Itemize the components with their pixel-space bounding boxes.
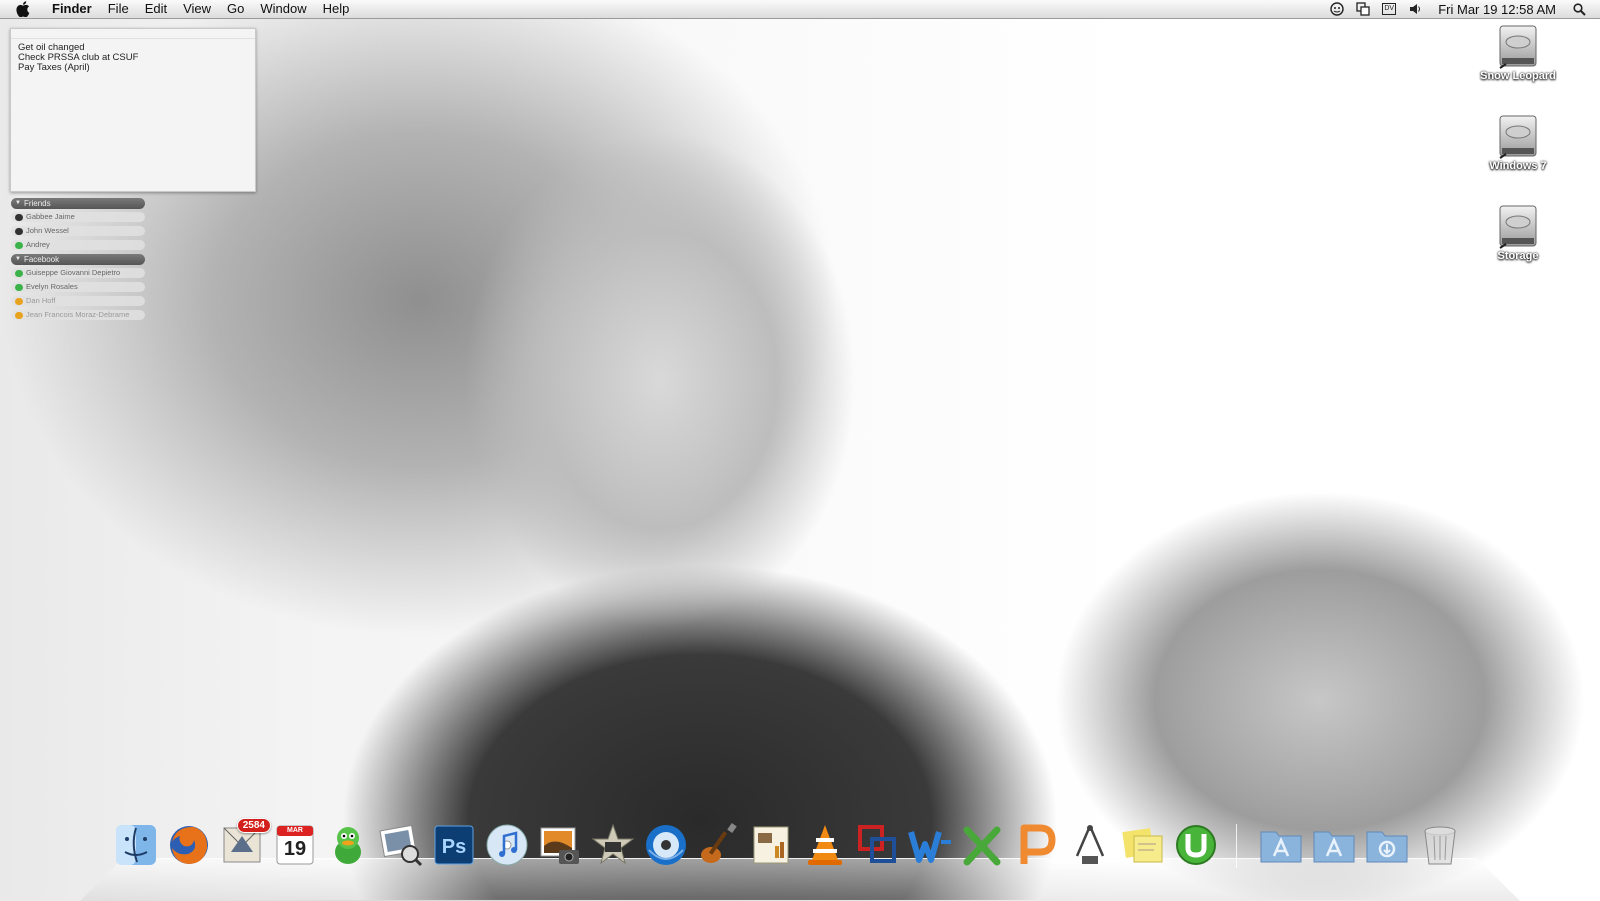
- dock: 2584 MAR 19 Ps: [113, 812, 1470, 868]
- menu-view[interactable]: View: [175, 0, 219, 18]
- group-name: Friends: [23, 199, 51, 208]
- mail-unread-badge: 2584: [236, 818, 271, 833]
- menu-clock[interactable]: Fri Mar 19 12:58 AM: [1428, 2, 1566, 17]
- firefox-icon[interactable]: [166, 822, 212, 868]
- menu-bar: Finder File Edit View Go Window Help DV …: [0, 0, 1600, 19]
- hard-drive-icon: [1496, 24, 1540, 69]
- ical-month: MAR: [287, 827, 303, 834]
- menu-go[interactable]: Go: [219, 0, 252, 18]
- drive-snow-leopard[interactable]: Snow Leopard: [1468, 24, 1568, 82]
- sticky-note[interactable]: Get oil changed Check PRSSA club at CSUF…: [10, 28, 256, 192]
- dv-label: DV: [1382, 3, 1397, 15]
- drive-windows-7[interactable]: Windows 7: [1468, 114, 1568, 172]
- adium-duck-icon[interactable]: [1330, 2, 1344, 16]
- imovie-icon[interactable]: [590, 822, 636, 868]
- buddy-row[interactable]: Guiseppe Giovanni Depietro: [11, 268, 145, 278]
- finder-icon[interactable]: [113, 822, 159, 868]
- buddy-row[interactable]: Dan Hoff: [11, 296, 145, 306]
- adium-icon[interactable]: [325, 822, 371, 868]
- idle-status-icon: [15, 311, 23, 319]
- group-header-friends[interactable]: ▼ Friends: [11, 198, 145, 209]
- menu-edit[interactable]: Edit: [137, 0, 175, 18]
- buddy-list: ▼ Friends Gabbee Jaime John Wessel Andre…: [11, 198, 145, 324]
- itunes-icon[interactable]: [484, 822, 530, 868]
- buddy-name: Guiseppe Giovanni Depietro: [26, 268, 121, 277]
- buddy-name: Dan Hoff: [26, 296, 56, 305]
- mail-icon[interactable]: 2584: [219, 818, 271, 868]
- menu-file[interactable]: File: [100, 0, 137, 18]
- word-icon[interactable]: [908, 822, 954, 868]
- apps-folder-icon[interactable]: [1311, 822, 1357, 868]
- trash-icon[interactable]: [1417, 822, 1463, 868]
- hard-drive-icon: [1496, 204, 1540, 249]
- iphoto-icon[interactable]: [537, 822, 583, 868]
- disclosure-triangle-icon[interactable]: ▼: [15, 198, 21, 209]
- dock-separator: [1236, 824, 1240, 868]
- stickies-icon[interactable]: [1120, 822, 1166, 868]
- buddy-name: Andrey: [26, 240, 50, 249]
- utilities-icon[interactable]: [1067, 822, 1113, 868]
- downloads-folder-icon[interactable]: [1364, 822, 1410, 868]
- menu-extras: DV Fri Mar 19 12:58 AM: [1324, 0, 1600, 18]
- disclosure-triangle-icon[interactable]: ▼: [15, 254, 21, 265]
- away-status-icon: [15, 213, 23, 221]
- sync-icon[interactable]: [1356, 2, 1370, 16]
- online-status-icon: [15, 269, 23, 277]
- buddy-row[interactable]: Gabbee Jaime: [11, 212, 145, 222]
- drive-storage[interactable]: Storage: [1468, 204, 1568, 262]
- volume-icon[interactable]: [1408, 2, 1422, 16]
- buddy-name: John Wessel: [26, 226, 69, 235]
- photoshop-icon[interactable]: Ps: [431, 822, 477, 868]
- photoshop-label: Ps: [442, 836, 466, 858]
- group-name: Facebook: [23, 255, 60, 264]
- dv-icon[interactable]: DV: [1382, 2, 1397, 16]
- garageband-icon[interactable]: [696, 822, 742, 868]
- menu-window[interactable]: Window: [252, 0, 314, 18]
- sticky-note-titlebar[interactable]: [11, 29, 255, 39]
- dvd-player-icon[interactable]: [643, 822, 689, 868]
- idle-status-icon: [15, 297, 23, 305]
- group-header-facebook[interactable]: ▼ Facebook: [11, 254, 145, 265]
- away-status-icon: [15, 227, 23, 235]
- powerpoint-icon[interactable]: [1014, 822, 1060, 868]
- menu-help[interactable]: Help: [315, 0, 358, 18]
- buddy-name: Jean Francois Moraz-Debrame: [26, 310, 130, 319]
- hard-drive-icon: [1496, 114, 1540, 159]
- preview-icon[interactable]: [749, 822, 795, 868]
- apple-menu-icon[interactable]: [14, 1, 32, 17]
- excel-icon[interactable]: [961, 822, 1007, 868]
- ical-day: 19: [283, 838, 307, 860]
- online-status-icon: [15, 283, 23, 291]
- menu-app-name[interactable]: Finder: [44, 0, 100, 18]
- vlc-icon[interactable]: [802, 822, 848, 868]
- buddy-name: Gabbee Jaime: [26, 212, 75, 221]
- parallels-icon[interactable]: [855, 822, 901, 868]
- buddy-row[interactable]: Andrey: [11, 240, 145, 250]
- spotlight-search-icon[interactable]: [1572, 2, 1586, 16]
- buddy-name: Evelyn Rosales: [26, 282, 78, 291]
- ical-icon[interactable]: MAR 19: [272, 822, 318, 868]
- buddy-row[interactable]: Evelyn Rosales: [11, 282, 145, 292]
- online-status-icon: [15, 241, 23, 249]
- buddy-row[interactable]: John Wessel: [11, 226, 145, 236]
- note-line: Pay Taxes (April): [18, 62, 90, 73]
- iphoto-viewer-icon[interactable]: [378, 822, 424, 868]
- buddy-row[interactable]: Jean Francois Moraz-Debrame: [11, 310, 145, 320]
- utorrent-icon[interactable]: [1173, 822, 1219, 868]
- applications-folder-icon[interactable]: [1258, 822, 1304, 868]
